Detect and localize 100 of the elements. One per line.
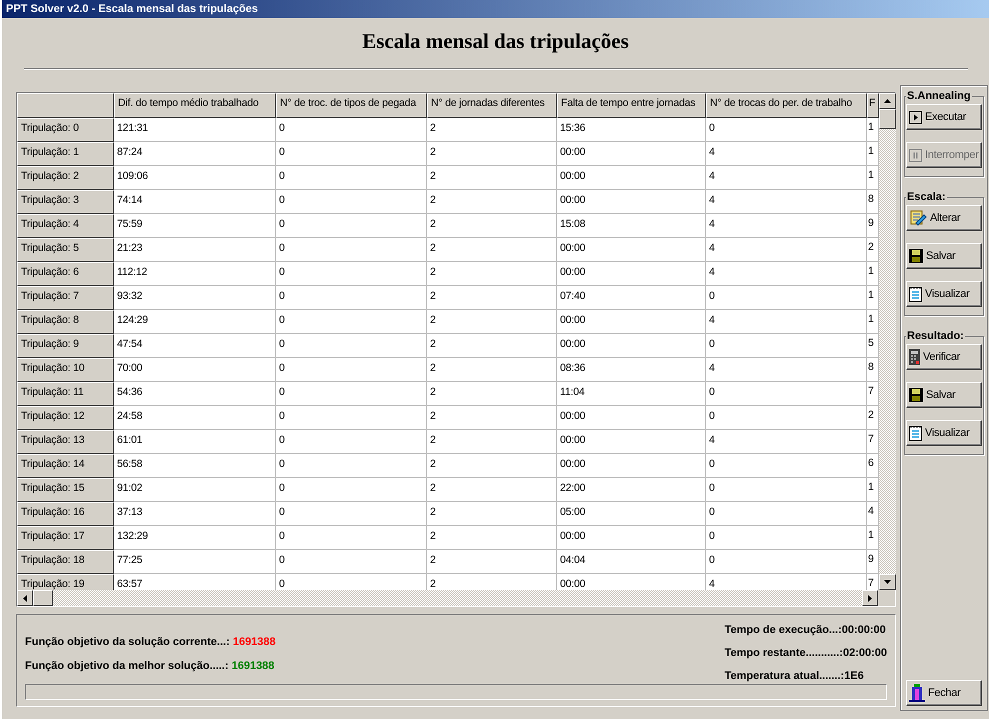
- table-cell: 2: [427, 238, 557, 262]
- row-header: Tripulação: 19: [17, 574, 114, 590]
- table-cell: 4: [706, 262, 867, 286]
- action-button[interactable]: Alterar: [906, 205, 982, 231]
- status-value: 02:00:00: [842, 647, 887, 659]
- table-cell: 04:04: [557, 550, 706, 574]
- table-cell: 4: [706, 238, 867, 262]
- table-cell: 0: [276, 454, 427, 478]
- table-cell: 0: [706, 334, 867, 358]
- status-label: Tempo restante...........:: [724, 647, 843, 659]
- row-header: Tripulação: 18: [17, 550, 114, 574]
- table-cell: 0: [276, 286, 427, 310]
- row-header: Tripulação: 13: [17, 430, 114, 454]
- table-cell: 4: [706, 190, 867, 214]
- table-cell: 08:36: [557, 358, 706, 382]
- table-cell: 00:00: [557, 526, 706, 550]
- table-cell: 93:32: [114, 286, 276, 310]
- table-cell: 70:00: [114, 358, 276, 382]
- table-cell: 87:24: [114, 142, 276, 166]
- table-cell: 2: [427, 454, 557, 478]
- close-button[interactable]: Fechar: [906, 680, 982, 706]
- column-header[interactable]: N° de troc. de tipos de pegada: [276, 93, 427, 118]
- table-cell: 112:12: [114, 262, 276, 286]
- table-cell: 0: [276, 358, 427, 382]
- table-cell: 22:00: [557, 478, 706, 502]
- table-cell: 0: [276, 526, 427, 550]
- table-cell: 00:00: [557, 334, 706, 358]
- table-cell: 2: [427, 478, 557, 502]
- status-value: 1691388: [232, 660, 274, 672]
- action-button[interactable]: Verificar: [906, 344, 982, 370]
- table-cell: 15:36: [557, 118, 706, 142]
- table-cell: 2: [427, 502, 557, 526]
- table-cell: 0: [706, 526, 867, 550]
- table-cell: 21:23: [114, 238, 276, 262]
- table-cell: 124:29: [114, 310, 276, 334]
- table-cell: 56:58: [114, 454, 276, 478]
- table-cell: 75:59: [114, 214, 276, 238]
- table-cell: 2: [427, 550, 557, 574]
- table-cell: 4: [706, 430, 867, 454]
- table-cell: 2: [427, 430, 557, 454]
- table-cell: 07:40: [557, 286, 706, 310]
- table-cell: 0: [276, 334, 427, 358]
- table-cell: 00:00: [557, 454, 706, 478]
- table-cell: 4: [706, 142, 867, 166]
- status-label: Temperatura atual.......:: [724, 670, 844, 682]
- table-cell: 0: [706, 382, 867, 406]
- table-cell: 0: [276, 550, 427, 574]
- table-cell: 74:14: [114, 190, 276, 214]
- table-cell: 37:13: [114, 502, 276, 526]
- table-cell: 2: [427, 190, 557, 214]
- action-button[interactable]: Executar: [906, 104, 982, 130]
- table-cell: 2: [427, 526, 557, 550]
- action-button[interactable]: Salvar: [906, 382, 982, 408]
- table-cell: 0: [276, 478, 427, 502]
- row-header: Tripulação: 0: [17, 118, 114, 142]
- table-cell: 47:54: [114, 334, 276, 358]
- table-cell: 05:00: [557, 502, 706, 526]
- column-header[interactable]: N° de jornadas diferentes: [427, 93, 557, 118]
- table-cell: 00:00: [557, 406, 706, 430]
- action-button[interactable]: Salvar: [906, 243, 982, 269]
- table-cell: 91:02: [114, 478, 276, 502]
- column-header[interactable]: Falta de tempo entre jornadas: [557, 93, 706, 118]
- action-button[interactable]: Visualizar: [906, 281, 982, 307]
- table-cell: 2: [427, 382, 557, 406]
- row-header: Tripulação: 14: [17, 454, 114, 478]
- table-cell: 00:00: [557, 430, 706, 454]
- row-header: Tripulação: 17: [17, 526, 114, 550]
- action-button[interactable]: Visualizar: [906, 420, 982, 446]
- table-cell: 00:00: [557, 238, 706, 262]
- column-header[interactable]: Dif. do tempo médio trabalhado: [114, 93, 276, 118]
- group-title: S.Annealing: [906, 90, 972, 102]
- table-cell: 61:01: [114, 430, 276, 454]
- row-header: Tripulação: 8: [17, 310, 114, 334]
- row-header: Tripulação: 6: [17, 262, 114, 286]
- table-cell: 2: [427, 262, 557, 286]
- table-cell: 0: [276, 142, 427, 166]
- group-title: Escala:: [906, 191, 947, 203]
- table-cell: 0: [706, 406, 867, 430]
- table-cell: 0: [276, 406, 427, 430]
- table-cell: 4: [706, 166, 867, 190]
- table-cell: 0: [706, 502, 867, 526]
- table-cell: 2: [427, 358, 557, 382]
- table-cell: 00:00: [557, 142, 706, 166]
- row-header: Tripulação: 12: [17, 406, 114, 430]
- table-cell: 2: [427, 334, 557, 358]
- table-cell: 0: [706, 550, 867, 574]
- group-title: Resultado:: [906, 330, 965, 342]
- column-header[interactable]: N° de trocas do per. de trabalho: [706, 93, 867, 118]
- table-cell: 54:36: [114, 382, 276, 406]
- column-header[interactable]: F: [867, 93, 879, 118]
- row-header: Tripulação: 4: [17, 214, 114, 238]
- table-cell: 11:04: [557, 382, 706, 406]
- status-value: 1691388: [232, 636, 276, 648]
- table-cell: 4: [706, 358, 867, 382]
- table-cell: 0: [706, 118, 867, 142]
- row-header: Tripulação: 7: [17, 286, 114, 310]
- table-cell: 77:25: [114, 550, 276, 574]
- table-cell: 2: [427, 286, 557, 310]
- row-header: Tripulação: 16: [17, 502, 114, 526]
- page-heading: Escala mensal das tripulações: [362, 29, 629, 54]
